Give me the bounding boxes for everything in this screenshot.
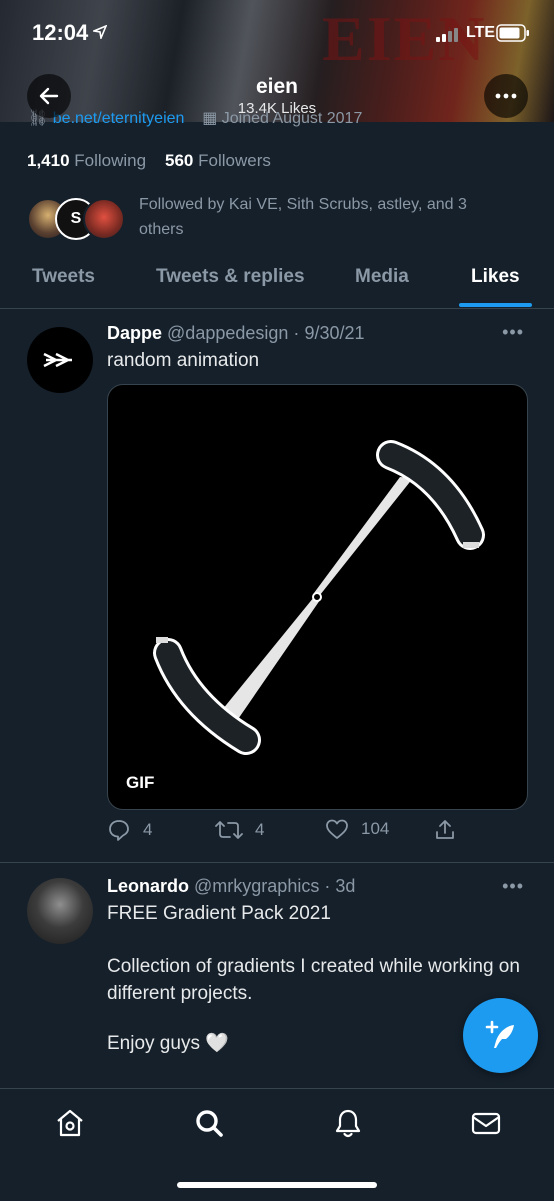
tweet-media-gif[interactable]: GIF bbox=[107, 384, 528, 810]
tweet-author-name[interactable]: Dappe bbox=[107, 323, 162, 343]
search-icon[interactable] bbox=[193, 1107, 225, 1139]
tweet-author-handle[interactable]: @mrkygraphics bbox=[194, 876, 319, 896]
tweet-text-line: FREE Gradient Pack 2021 bbox=[107, 903, 331, 924]
like-count: 104 bbox=[361, 819, 390, 838]
following-label: Following bbox=[74, 151, 147, 170]
heart-icon bbox=[326, 819, 348, 839]
tab-tweets[interactable]: Tweets bbox=[32, 266, 95, 288]
tab-media[interactable]: Media bbox=[355, 266, 409, 288]
more-options-button[interactable] bbox=[484, 74, 528, 118]
followers-link[interactable]: 560 Followers bbox=[165, 151, 271, 170]
share-button[interactable] bbox=[433, 818, 457, 842]
tab-tweets-replies[interactable]: Tweets & replies bbox=[156, 266, 305, 288]
reply-icon bbox=[109, 820, 129, 841]
messages-envelope-icon[interactable] bbox=[470, 1107, 502, 1139]
reply-count: 4 bbox=[143, 820, 153, 839]
compose-tweet-button[interactable] bbox=[463, 998, 538, 1073]
avatar[interactable] bbox=[27, 878, 93, 944]
status-time: 12:04 bbox=[32, 20, 89, 45]
tweet-date: 9/30/21 bbox=[304, 323, 365, 343]
following-link[interactable]: 1,410 Following bbox=[27, 151, 146, 170]
battery-icon bbox=[496, 24, 529, 42]
tab-likes[interactable]: Likes bbox=[471, 266, 520, 288]
followers-count: 560 bbox=[165, 151, 194, 170]
home-indicator bbox=[177, 1182, 377, 1188]
following-count: 1,410 bbox=[27, 151, 70, 170]
like-button[interactable]: 104 bbox=[325, 818, 389, 840]
retweet-count: 4 bbox=[255, 820, 265, 839]
tweet-more-button[interactable]: ••• bbox=[502, 322, 524, 343]
tweet-text-line: Collection of gradients I created while … bbox=[107, 956, 520, 1004]
share-icon bbox=[436, 820, 454, 839]
profile-tabs: Tweets Tweets & replies Media Likes bbox=[0, 254, 554, 309]
tweet-header: Dappe @dappedesign · 9/30/21 bbox=[107, 323, 365, 343]
tweet-actions: 4 4 104 bbox=[107, 818, 527, 848]
retweet-icon bbox=[215, 821, 243, 839]
gif-badge: GIF bbox=[126, 773, 155, 792]
profile-name: eien bbox=[255, 75, 299, 98]
tweet-date: 3d bbox=[335, 876, 356, 896]
tweet-header: Leonardo @mrkygraphics · 3d bbox=[107, 876, 356, 896]
reply-button[interactable]: 4 bbox=[107, 818, 152, 842]
compose-feather-icon bbox=[485, 1020, 514, 1048]
likes-count: 13.4K Likes bbox=[237, 100, 317, 117]
header-title-block: eien 13.4K Likes bbox=[0, 74, 554, 118]
tweet-author-name[interactable]: Leonardo bbox=[107, 876, 189, 896]
home-icon[interactable] bbox=[54, 1107, 86, 1139]
active-tab-indicator bbox=[459, 303, 532, 307]
notifications-bell-icon[interactable] bbox=[332, 1107, 364, 1139]
more-dots-icon bbox=[495, 93, 517, 99]
tweet-text: random animation bbox=[107, 350, 260, 371]
network-label: LTE bbox=[466, 24, 496, 41]
status-bar: 12:04 LTE bbox=[0, 0, 554, 66]
avatar bbox=[83, 198, 125, 240]
signal-icon bbox=[436, 28, 458, 42]
animation-graphic bbox=[153, 440, 485, 755]
followers-label: Followers bbox=[198, 151, 271, 170]
follow-counts: 1,410 Following 560 Followers bbox=[27, 151, 271, 171]
dappe-logo-icon bbox=[43, 352, 72, 368]
followed-by-avatars: S bbox=[27, 198, 131, 240]
location-arrow-icon bbox=[93, 25, 107, 39]
tweet-more-button[interactable]: ••• bbox=[502, 876, 524, 897]
followed-by-row[interactable]: S Followed by Kai VE, Sith Scrubs, astle… bbox=[27, 190, 527, 250]
avatar[interactable] bbox=[27, 327, 93, 393]
tweet-divider bbox=[0, 862, 554, 863]
tweet-author-handle[interactable]: @dappedesign bbox=[167, 323, 288, 343]
retweet-button[interactable]: 4 bbox=[215, 818, 264, 842]
followed-by-text: Followed by Kai VE, Sith Scrubs, astley,… bbox=[139, 196, 467, 238]
